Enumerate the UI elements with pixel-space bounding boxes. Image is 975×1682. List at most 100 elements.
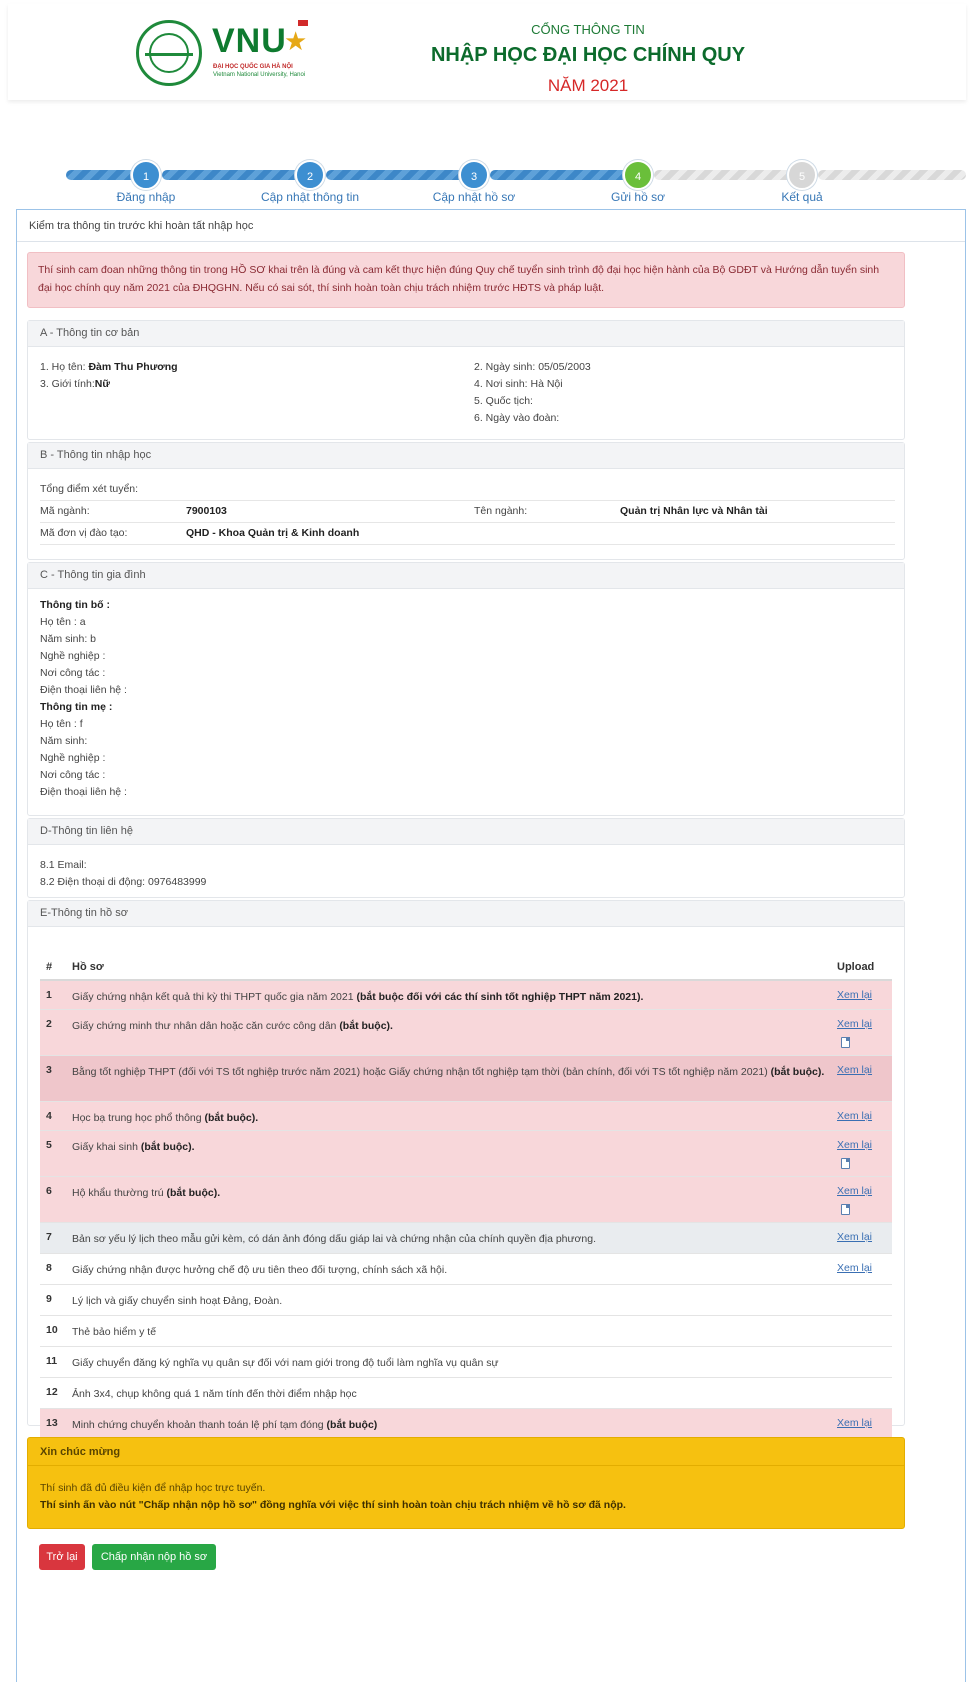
portal-title: NHẬP HỌC ĐẠI HỌC CHÍNH QUY (430, 44, 746, 66)
view-document-link[interactable]: Xem lại (837, 1231, 872, 1243)
eligibility-message: Thí sinh đã đủ điều kiện để nhập học trự… (40, 1482, 266, 1494)
step-label-login[interactable]: Đăng nhập (76, 190, 216, 204)
table-row: 12 Ảnh 3x4, chụp không quá 1 năm tính đế… (40, 1378, 892, 1409)
father-workplace-field: Nơi công tác : (40, 667, 106, 679)
father-birth-year-field: Năm sinh: b (40, 633, 97, 645)
gender-field: 3. Giới tính:Nữ (40, 378, 110, 390)
view-document-link[interactable]: Xem lại (837, 989, 872, 1001)
major-name-value: Quản trị Nhân lực và Nhân tài (620, 505, 768, 517)
section-family-info: C - Thông tin gia đình Thông tin bố : Họ… (27, 562, 905, 816)
full-name-field: 1. Họ tên: Đàm Thu Phương (40, 361, 178, 373)
section-enrollment-info: B - Thông tin nhập học Tổng điểm xét tuy… (27, 442, 905, 560)
step-4-circle: 4 (623, 160, 653, 190)
review-panel: Kiểm tra thông tin trước khi hoàn tất nh… (16, 209, 966, 1682)
section-title: E-Thông tin hồ sơ (28, 901, 904, 927)
divider (40, 544, 895, 545)
back-button[interactable]: Trở lại (39, 1544, 85, 1570)
table-row: 13 Minh chứng chuyển khoản thanh toán lệ… (40, 1409, 892, 1440)
step-track (490, 170, 638, 180)
step-track (162, 170, 310, 180)
logo-subtitle-vn: ĐẠI HỌC QUỐC GIA HÀ NỘI (213, 64, 293, 70)
step-label-result[interactable]: Kết quả (732, 190, 872, 204)
mother-heading: Thông tin mẹ : (40, 701, 113, 713)
vnu-logo-text: VNU (212, 22, 287, 60)
table-row: 10 Thẻ bảo hiểm y tế (40, 1316, 892, 1347)
union-date-field: 6. Ngày vào đoàn: (474, 412, 560, 424)
step-label-update-docs[interactable]: Cập nhật hồ sơ (404, 190, 544, 204)
table-row: 4 Học bạ trung học phổ thông (bắt buộc).… (40, 1102, 892, 1131)
father-heading: Thông tin bố : (40, 599, 110, 611)
mother-job-field: Nghề nghiệp : (40, 752, 106, 764)
total-score-field: Tổng điểm xét tuyển: (40, 483, 139, 495)
unit-code-value: QHD - Khoa Quản trị & Kinh doanh (186, 527, 360, 539)
step-track (326, 170, 474, 180)
commitment-alert: Thí sinh cam đoan những thông tin trong … (27, 252, 905, 308)
alert-title: Xin chúc mừng (28, 1438, 904, 1466)
section-contact-info: D-Thông tin liên hệ 8.1 Email: 8.2 Điện … (27, 818, 905, 898)
table-row: 2 Giấy chứng minh thư nhân dân hoặc căn … (40, 1010, 892, 1056)
major-code-value: 7900103 (186, 505, 227, 517)
mobile-phone-field: 8.2 Điện thoại di động: 0976483999 (40, 876, 207, 888)
site-header: VNU ★ ĐẠI HỌC QUỐC GIA HÀ NỘI Vietnam Na… (8, 4, 966, 100)
file-icon[interactable] (841, 1037, 850, 1048)
divider (40, 522, 895, 523)
congratulation-alert: Xin chúc mừng Thí sinh đã đủ điều kiện đ… (27, 1437, 905, 1529)
mother-birth-year-field: Năm sinh: (40, 735, 88, 747)
view-document-link[interactable]: Xem lại (837, 1262, 872, 1274)
view-document-link[interactable]: Xem lại (837, 1064, 872, 1076)
table-header: # Hồ sơ Upload (40, 955, 892, 981)
file-icon[interactable] (841, 1204, 850, 1215)
step-3-circle: 3 (459, 160, 489, 190)
table-row: 5 Giấy khai sinh (bắt buộc). Xem lại (40, 1131, 892, 1177)
table-row: 7 Bản sơ yếu lý lịch theo mẫu gửi kèm, c… (40, 1223, 892, 1254)
father-phone-field: Điện thoại liên hệ : (40, 684, 127, 696)
mother-name-field: Họ tên : f (40, 718, 83, 730)
table-row: 3 Bằng tốt nghiệp THPT (đối với TS tốt n… (40, 1056, 892, 1102)
step-2-circle: 2 (295, 160, 325, 190)
step-track (654, 170, 802, 180)
mother-phone-field: Điện thoại liên hệ : (40, 786, 127, 798)
step-label-update-info[interactable]: Cập nhật thông tin (240, 190, 380, 204)
portal-year: NĂM 2021 (547, 76, 629, 95)
view-document-link[interactable]: Xem lại (837, 1139, 872, 1151)
nationality-field: 5. Quốc tịch: (474, 395, 533, 407)
mother-workplace-field: Nơi công tác : (40, 769, 106, 781)
divider (40, 500, 895, 501)
step-5-circle: 5 (787, 160, 817, 190)
documents-table: # Hồ sơ Upload 1 Giấy chứng nhận kết quả… (40, 955, 892, 1440)
dob-field: 2. Ngày sinh: 05/05/2003 (474, 361, 591, 373)
father-name-field: Họ tên : a (40, 616, 86, 628)
major-name-label: Tên ngành: (474, 505, 528, 517)
view-document-link[interactable]: Xem lại (837, 1417, 872, 1429)
section-title: A - Thông tin cơ bản (28, 321, 904, 347)
step-label-submit[interactable]: Gửi hồ sơ (568, 190, 708, 204)
section-title: D-Thông tin liên hệ (28, 819, 904, 845)
section-basic-info: A - Thông tin cơ bản 1. Họ tên: Đàm Thu … (27, 320, 905, 440)
responsibility-message: Thí sinh ấn vào nút "Chấp nhận nộp hồ sơ… (40, 1499, 626, 1511)
section-documents: E-Thông tin hồ sơ # Hồ sơ Upload 1 Giấy … (27, 900, 905, 1440)
table-row: 6 Hộ khẩu thường trú (bắt buộc). Xem lại (40, 1177, 892, 1223)
father-job-field: Nghề nghiệp : (40, 650, 106, 662)
file-icon[interactable] (841, 1158, 850, 1169)
section-title: C - Thông tin gia đình (28, 563, 904, 589)
view-document-link[interactable]: Xem lại (837, 1018, 872, 1030)
table-row: 11 Giấy chuyển đăng ký nghĩa vụ quân sự … (40, 1347, 892, 1378)
table-row: 9 Lý lịch và giấy chuyển sinh hoạt Đảng,… (40, 1285, 892, 1316)
progress-stepper: 1 2 3 4 5 Đăng nhập Cập nhật thông tin C… (66, 156, 966, 216)
major-code-label: Mã ngành: (40, 505, 90, 517)
accept-submission-button[interactable]: Chấp nhận nộp hồ sơ (92, 1544, 216, 1570)
step-1-circle: 1 (131, 160, 161, 190)
table-row: 8 Giấy chứng nhận được hưởng chế độ ưu t… (40, 1254, 892, 1285)
col-header-document: Hồ sơ (72, 961, 104, 973)
col-header-num: # (46, 961, 53, 973)
view-document-link[interactable]: Xem lại (837, 1185, 872, 1197)
table-row: 1 Giấy chứng nhận kết quả thi kỳ thi THP… (40, 981, 892, 1010)
step-track (818, 170, 966, 180)
divider (17, 241, 965, 242)
email-field: 8.1 Email: (40, 859, 87, 871)
section-title: B - Thông tin nhập học (28, 443, 904, 469)
view-document-link[interactable]: Xem lại (837, 1110, 872, 1122)
panel-title: Kiểm tra thông tin trước khi hoàn tất nh… (29, 220, 254, 232)
col-header-upload: Upload (837, 961, 875, 973)
vnu-emblem-icon (136, 20, 202, 86)
